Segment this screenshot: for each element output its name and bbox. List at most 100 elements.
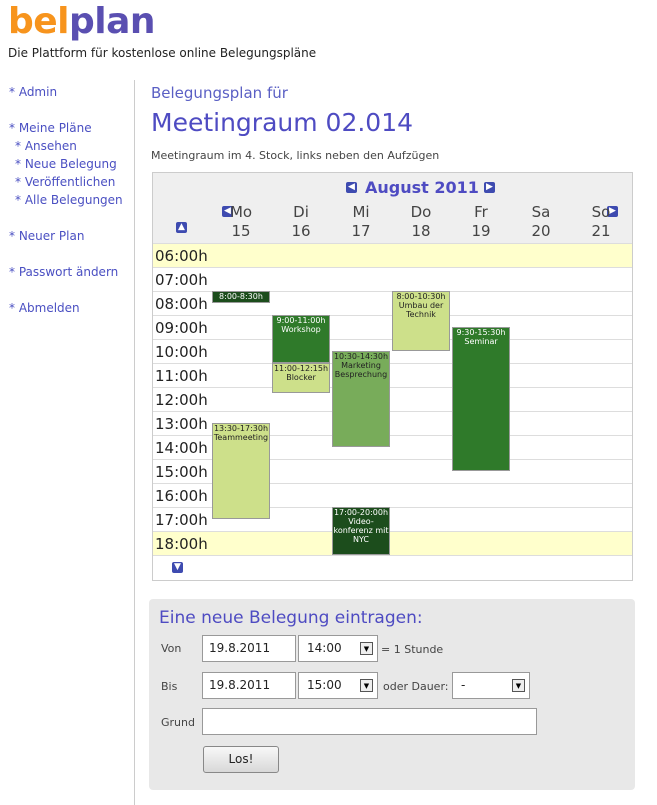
booking-title: Video-konferenz mit NYC — [333, 517, 389, 544]
day-number: 18 — [411, 222, 431, 240]
day-name: Do — [410, 203, 432, 221]
hour-row[interactable]: 07:00h — [153, 267, 632, 292]
bis-time-value: 15:00 — [307, 678, 342, 692]
day-name: Di — [293, 203, 309, 221]
dauer-value: - — [461, 678, 466, 692]
form-title: Eine neue Belegung eintragen: — [159, 608, 423, 628]
booking-time: 10:30-14:30h — [333, 352, 389, 361]
day-name: So — [591, 203, 611, 221]
hour-label: 18:00h — [155, 535, 208, 553]
logo-part-plan: plan — [69, 1, 156, 42]
chevron-down-icon: ▼ — [360, 642, 373, 655]
grund-label: Grund — [161, 716, 195, 729]
sidebar: * Admin * Meine Pläne * Ansehen * Neue B… — [0, 80, 135, 805]
hour-label: 07:00h — [155, 271, 208, 289]
sidebar-item-passwort-aendern[interactable]: * Passwort ändern — [9, 265, 118, 279]
booking-event[interactable]: 17:00-20:00h Video-konferenz mit NYC — [332, 507, 390, 555]
booking-title: Umbau der Technik — [398, 301, 444, 319]
hour-label: 10:00h — [155, 343, 208, 361]
duration-text: = 1 Stunde — [381, 643, 444, 656]
hour-row[interactable]: 18:00h — [153, 531, 632, 556]
booking-event[interactable]: 13:30-17:30h Teammeeting — [212, 423, 270, 519]
day-number: 20 — [531, 222, 551, 240]
hour-label: 13:00h — [155, 415, 208, 433]
hour-label: 15:00h — [155, 463, 208, 481]
day-name: Fr — [474, 203, 488, 221]
calendar: ◀ August 2011 ▶ ▲ ◀ ▶ Mo 15 Di 16 Mi 17 Do 18 Fr… — [152, 172, 633, 581]
hour-label: 14:00h — [155, 439, 208, 457]
day-number: 16 — [291, 222, 311, 240]
booking-time: 17:00-20:00h — [333, 508, 389, 517]
booking-event[interactable]: 9:00-11:00h Workshop — [272, 315, 330, 363]
sidebar-item-neue-belegung[interactable]: * Neue Belegung — [15, 157, 117, 171]
sidebar-item-meine-plaene[interactable]: * Meine Pläne — [9, 121, 92, 135]
dauer-label: oder Dauer: — [383, 680, 449, 693]
chevron-down-icon: ▼ — [512, 679, 525, 692]
booking-event[interactable]: 8:00-10:30h Umbau der Technik — [392, 291, 450, 351]
day-number: 19 — [471, 222, 491, 240]
page-title: Meetingraum 02.014 — [151, 108, 414, 137]
booking-time: 8:00-8:30h — [219, 292, 263, 301]
calendar-month-label: August 2011 — [365, 178, 479, 197]
hour-label: 16:00h — [155, 487, 208, 505]
day-number: 15 — [231, 222, 251, 240]
hour-label: 09:00h — [155, 319, 208, 337]
booking-title: Seminar — [464, 337, 498, 346]
sidebar-item-ansehen[interactable]: * Ansehen — [15, 139, 77, 153]
day-number: 21 — [591, 222, 611, 240]
scroll-down-icon[interactable]: ▼ — [172, 562, 183, 573]
calendar-header: ◀ August 2011 ▶ ▲ ◀ ▶ Mo 15 Di 16 Mi 17 Do 18 Fr… — [153, 173, 632, 243]
booking-event[interactable]: 11:00-12:15h Blocker — [272, 363, 330, 393]
booking-time: 11:00-12:15h — [273, 364, 329, 373]
hour-label: 17:00h — [155, 511, 208, 529]
hour-label: 11:00h — [155, 367, 208, 385]
dauer-select[interactable]: - ▼ — [452, 672, 530, 699]
von-time-value: 14:00 — [307, 641, 342, 655]
booking-event[interactable]: 8:00-8:30h — [212, 291, 270, 303]
day-number: 17 — [351, 222, 371, 240]
hour-label: 06:00h — [155, 247, 208, 265]
sidebar-item-admin[interactable]: * Admin — [9, 85, 57, 99]
hour-row[interactable]: 11:00h — [153, 363, 632, 388]
booking-title: Workshop — [281, 325, 321, 334]
bis-label: Bis — [161, 680, 178, 693]
von-time-select[interactable]: 14:00 ▼ — [298, 635, 378, 662]
sidebar-item-alle-belegungen[interactable]: * Alle Belegungen — [15, 193, 123, 207]
booking-time: 13:30-17:30h — [213, 424, 269, 433]
booking-time: 9:00-11:00h — [276, 316, 326, 325]
grund-input[interactable] — [202, 708, 537, 735]
sidebar-item-neuer-plan[interactable]: * Neuer Plan — [9, 229, 84, 243]
von-date-input[interactable]: 19.8.2011 — [202, 635, 296, 662]
day-name: Sa — [531, 203, 551, 221]
sidebar-item-veroeffentlichen[interactable]: * Veröffentlichen — [15, 175, 115, 189]
prev-month-icon[interactable]: ◀ — [346, 182, 357, 193]
sidebar-item-abmelden[interactable]: * Abmelden — [9, 301, 80, 315]
next-month-icon[interactable]: ▶ — [484, 182, 495, 193]
tagline: Die Plattform für kostenlose online Bele… — [8, 46, 317, 60]
logo[interactable]: belplan — [8, 0, 156, 44]
hour-label: 08:00h — [155, 295, 208, 313]
scroll-up-icon[interactable]: ▲ — [176, 222, 187, 233]
booking-event[interactable]: 10:30-14:30h Marketing Besprechung — [332, 351, 390, 447]
chevron-down-icon: ▼ — [360, 679, 373, 692]
booking-title: Teammeeting — [213, 433, 269, 442]
bis-date-input[interactable]: 19.8.2011 — [202, 672, 296, 699]
logo-part-bel: bel — [8, 1, 70, 42]
page-breadcrumb: Belegungsplan für — [151, 84, 288, 102]
booking-title: Marketing Besprechung — [334, 361, 388, 379]
booking-time: 8:00-10:30h — [396, 292, 446, 301]
hour-row[interactable]: 06:00h — [153, 243, 632, 268]
new-booking-form: Eine neue Belegung eintragen: Von 19.8.2… — [149, 599, 635, 790]
hour-label: 12:00h — [155, 391, 208, 409]
bis-time-select[interactable]: 15:00 ▼ — [298, 672, 378, 699]
submit-button[interactable]: Los! — [203, 746, 279, 773]
day-name: Mo — [229, 203, 253, 221]
day-name: Mi — [352, 203, 370, 221]
booking-time: 9:30-15:30h — [456, 328, 506, 337]
page-subtitle: Meetingraum im 4. Stock, links neben den… — [151, 149, 440, 162]
grid-end-line — [153, 555, 632, 556]
booking-title: Blocker — [286, 373, 316, 382]
booking-event[interactable]: 9:30-15:30h Seminar — [452, 327, 510, 471]
von-label: Von — [161, 642, 182, 655]
hour-row[interactable]: 12:00h — [153, 387, 632, 412]
